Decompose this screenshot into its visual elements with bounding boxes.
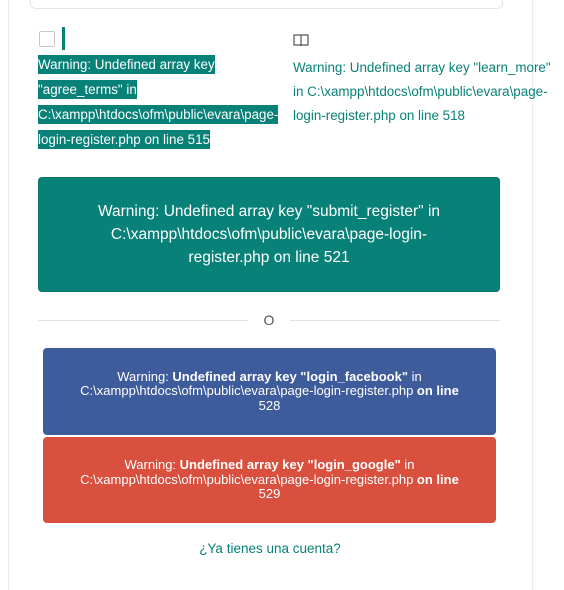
facebook-button-label: Warning: Undefined array key "login_face…	[73, 368, 466, 414]
agree-terms-warning: Warning: Undefined array key "agree_term…	[38, 52, 300, 152]
book-open-icon	[293, 34, 309, 47]
google-warning-prefix: Warning:	[124, 457, 180, 473]
divider-right	[290, 320, 500, 321]
facebook-warning-key: Undefined array key "login_facebook"	[172, 368, 408, 384]
agree-terms-checkbox[interactable]	[39, 31, 55, 47]
have-account-link[interactable]: ¿Ya tienes una cuenta?	[0, 541, 540, 556]
facebook-warning-line: 528	[258, 397, 281, 413]
google-warning-on-line: on line	[416, 471, 459, 487]
google-warning-line: 529	[258, 486, 281, 502]
or-label: O	[263, 312, 275, 328]
google-button-label: Warning: Undefined array key "login_goog…	[73, 458, 466, 502]
login-google-button[interactable]: Warning: Undefined array key "login_goog…	[43, 437, 496, 523]
facebook-warning-on-line: on line	[416, 383, 459, 399]
learn-more-link[interactable]: Warning: Undefined array key "learn_more…	[293, 56, 555, 128]
login-facebook-button[interactable]: Warning: Undefined array key "login_face…	[43, 348, 496, 435]
google-warning-key: Undefined array key "login_google"	[179, 457, 401, 473]
submit-register-button[interactable]: Warning: Undefined array key "submit_reg…	[38, 177, 500, 292]
text-cursor	[62, 27, 65, 50]
facebook-warning-prefix: Warning:	[117, 368, 173, 384]
divider-left	[38, 320, 248, 321]
agree-terms-warning-text: Warning: Undefined array key "agree_term…	[38, 55, 279, 149]
previous-input-field[interactable]	[30, 0, 503, 9]
